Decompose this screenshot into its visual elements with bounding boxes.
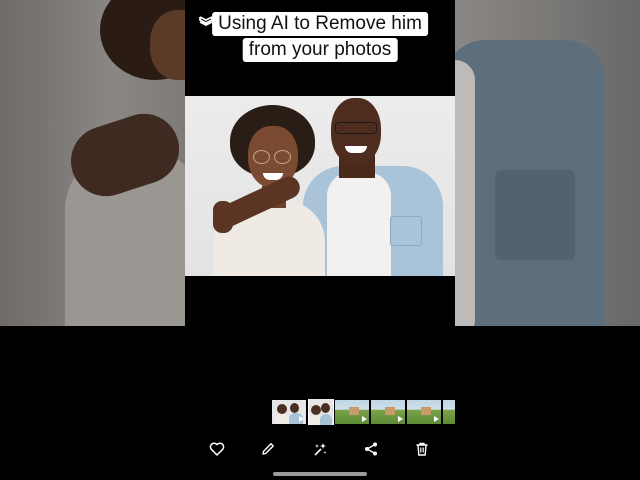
trash-icon xyxy=(416,442,428,456)
capcut-logo-icon xyxy=(199,16,213,27)
thumbnail-people-1[interactable] xyxy=(272,400,306,424)
thumbnail-strip[interactable] xyxy=(272,399,455,425)
caption-line-2: from your photos xyxy=(242,38,398,62)
favorite-button[interactable] xyxy=(205,437,229,461)
thumbnail-field-4[interactable] xyxy=(443,400,455,424)
thumbnail-field-1[interactable] xyxy=(335,400,369,424)
main-photo[interactable] xyxy=(185,96,455,276)
woman-glasses-right xyxy=(274,150,291,164)
magic-eraser-button[interactable] xyxy=(308,437,332,461)
caption-line-1: Using AI to Remove him xyxy=(212,12,428,36)
blurred-background-right xyxy=(455,0,640,326)
play-icon xyxy=(398,416,403,422)
heart-icon xyxy=(209,442,225,456)
thumbnail-selected[interactable] xyxy=(308,399,334,425)
play-icon xyxy=(434,416,439,422)
bottom-toolbar xyxy=(185,437,455,461)
man-tshirt xyxy=(327,172,391,276)
blurred-background-left xyxy=(0,0,185,326)
woman-glasses-left xyxy=(253,150,270,164)
sparkle-icon xyxy=(314,443,327,456)
edit-button[interactable] xyxy=(256,437,280,461)
pencil-icon xyxy=(262,443,274,455)
play-icon xyxy=(299,416,304,422)
thumbnail-field-3[interactable] xyxy=(407,400,441,424)
man-hand xyxy=(213,201,233,233)
share-button[interactable] xyxy=(359,437,383,461)
man-smile xyxy=(345,146,367,153)
phone-screen: Using AI to Remove him from your photos xyxy=(185,0,455,480)
share-icon xyxy=(365,442,377,456)
jacket-pocket xyxy=(390,216,422,246)
delete-button[interactable] xyxy=(410,437,434,461)
play-icon xyxy=(362,416,367,422)
man-glasses xyxy=(335,122,377,134)
thumbnail-field-2[interactable] xyxy=(371,400,405,424)
home-indicator[interactable] xyxy=(273,472,367,476)
